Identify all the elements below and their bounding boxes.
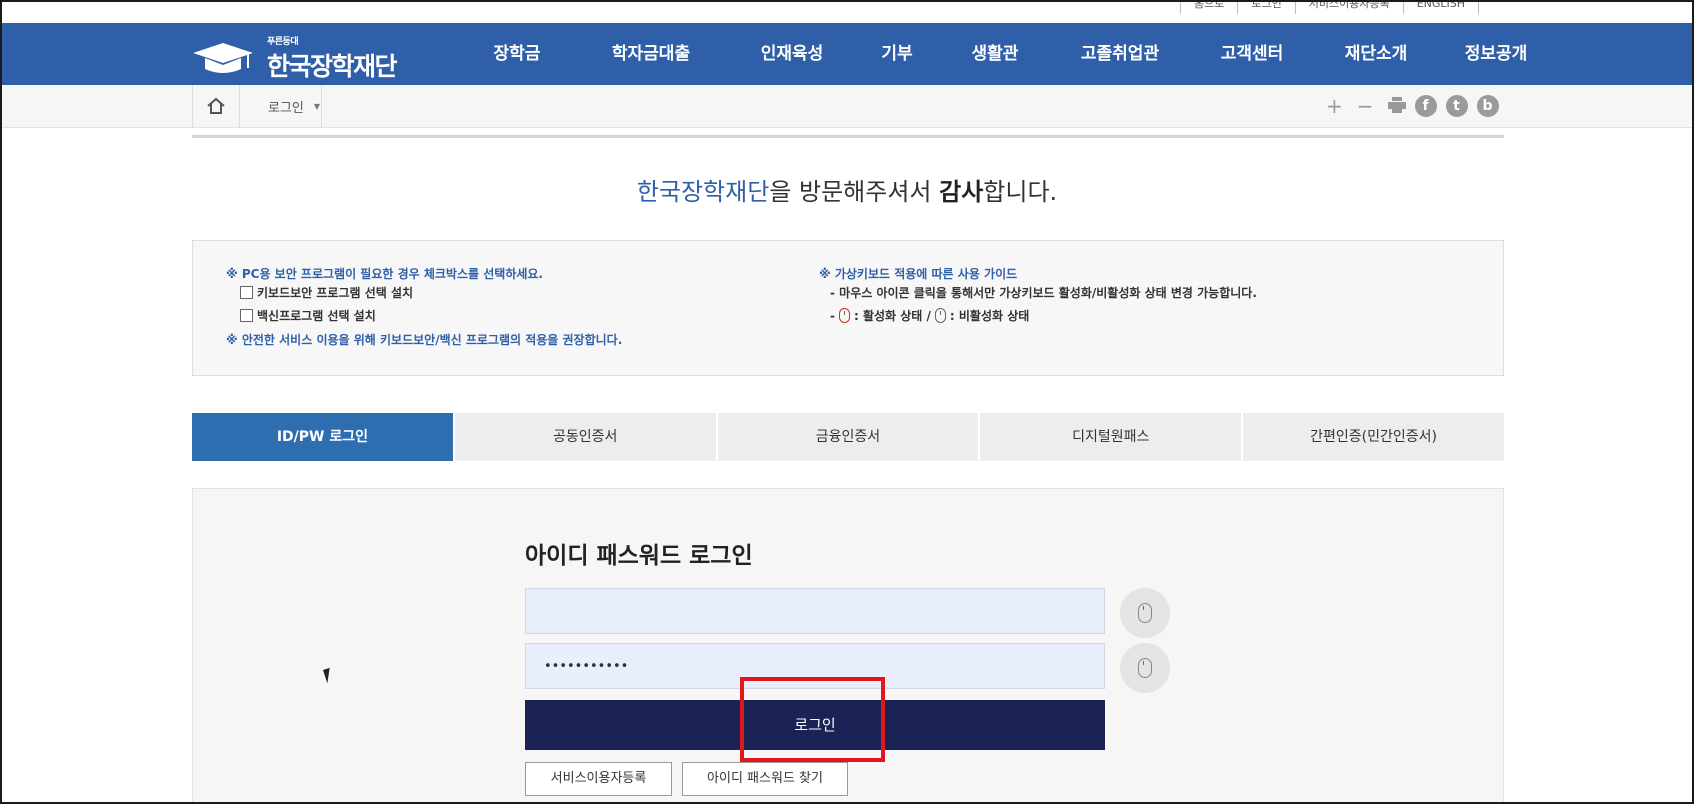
id-virtual-keyboard-button[interactable] (1120, 588, 1170, 638)
print-button[interactable] (1387, 96, 1406, 116)
security-recommend-notice: ※ 안전한 서비스 이용을 위해 키보드보안/백신 프로그램의 적용을 권장합니… (226, 333, 623, 347)
site-logo[interactable]: 푸른등대 한국장학재단 (193, 30, 403, 81)
antivirus-option[interactable]: 백신프로그램 선택 설치 (240, 307, 376, 324)
breadcrumb-bar: 로그인 ▼ + − f t b (2, 85, 1692, 128)
nav-disclosure[interactable]: 정보공개 (1436, 23, 1556, 85)
facebook-share-button[interactable]: f (1414, 95, 1437, 117)
login-title: 아이디 패스워드 로그인 (525, 543, 753, 569)
divider (192, 135, 1504, 138)
breadcrumb-dropdown[interactable]: 로그인 ▼ (240, 85, 322, 127)
logo-title: 한국장학재단 (267, 52, 398, 81)
util-register-link[interactable]: 서비스이용자등록 (1294, 2, 1403, 14)
nav-dormitory[interactable]: 생활관 (938, 23, 1052, 85)
blog-share-button[interactable]: b (1476, 95, 1499, 117)
twitter-share-button[interactable]: t (1445, 95, 1468, 117)
find-id-password-button[interactable]: 아이디 패스워드 찾기 (682, 762, 848, 796)
nav-talent[interactable]: 인재육성 (728, 23, 856, 85)
tab-simple-auth[interactable]: 간편인증(민간인증서) (1243, 413, 1504, 461)
home-icon (207, 97, 225, 114)
keyboard-security-label: 키보드보안 프로그램 선택 설치 (257, 286, 414, 300)
home-button[interactable] (192, 85, 240, 127)
welcome-mid: 을 방문해주셔서 (769, 178, 940, 206)
security-program-notice: ※ PC용 보안 프로그램이 필요한 경우 체크박스를 선택하세요. (226, 267, 543, 281)
nav-customer-center[interactable]: 고객센터 (1188, 23, 1316, 85)
virtual-keyboard-guide-line: - 마우스 아이콘 클릭을 통해서만 가상키보드 활성화/비활성화 상태 변경 … (830, 286, 1257, 300)
nav-scholarship[interactable]: 장학금 (460, 23, 574, 85)
print-icon (1387, 97, 1406, 113)
login-method-tabs: ID/PW 로그인 공동인증서 금융인증서 디지털원패스 간편인증(민간인증서) (192, 413, 1504, 461)
nav-about[interactable]: 재단소개 (1316, 23, 1436, 85)
zoom-in-button[interactable]: + (1326, 96, 1343, 116)
antivirus-label: 백신프로그램 선택 설치 (257, 309, 376, 323)
util-home-link[interactable]: 홈으로 (1180, 2, 1237, 14)
utility-links: 홈으로 로그인 서비스이용자등록 ENGLISH (1180, 2, 1480, 18)
graduation-cap-icon (193, 43, 253, 73)
main-navigation: 장학금 학자금대출 인재육성 기부 생활관 고졸취업관 고객센터 재단소개 정보… (460, 23, 1556, 85)
welcome-message: 한국장학재단을 방문해주셔서 감사합니다. (2, 172, 1692, 207)
active-state-label: : 활성화 상태 / (853, 309, 931, 323)
welcome-bold: 감사 (939, 178, 984, 206)
tab-digital-onepass[interactable]: 디지털원패스 (980, 413, 1242, 461)
user-id-input[interactable] (525, 588, 1105, 634)
virtual-keyboard-state-legend: - : 활성화 상태 / : 비활성화 상태 (830, 308, 1030, 323)
keyboard-security-checkbox[interactable] (240, 286, 253, 299)
tab-id-pw-login[interactable]: ID/PW 로그인 (192, 413, 453, 461)
logo-subtitle: 푸른등대 (267, 37, 299, 47)
caret-down-icon: ▼ (313, 101, 321, 111)
mouse-icon (1138, 658, 1152, 678)
inactive-state-label: : 비활성화 상태 (949, 309, 1030, 323)
tab-financial-certificate[interactable]: 금융인증서 (717, 413, 979, 461)
welcome-end: 합니다. (983, 178, 1058, 206)
tab-joint-certificate[interactable]: 공동인증서 (454, 413, 716, 461)
nav-donation[interactable]: 기부 (856, 23, 938, 85)
security-notice-box: ※ PC용 보안 프로그램이 필요한 경우 체크박스를 선택하세요. 키보드보안… (192, 240, 1504, 376)
highlight-box (740, 677, 885, 762)
mouse-inactive-icon (934, 308, 946, 323)
mouse-active-icon (838, 308, 850, 323)
zoom-out-button[interactable]: − (1357, 96, 1374, 116)
site-header: 푸른등대 한국장학재단 장학금 학자금대출 인재육성 기부 생활관 고졸취업관 … (2, 23, 1692, 85)
keyboard-security-option[interactable]: 키보드보안 프로그램 선택 설치 (240, 284, 413, 301)
antivirus-checkbox[interactable] (240, 309, 253, 322)
page-frame: 홈으로 로그인 서비스이용자등록 ENGLISH 푸른등대 한국장학재단 장학금… (0, 0, 1694, 804)
password-virtual-keyboard-button[interactable] (1120, 643, 1170, 693)
page-tools: + − f t b (1312, 95, 1499, 117)
mouse-icon (1138, 603, 1152, 623)
nav-employment[interactable]: 고졸취업관 (1052, 23, 1188, 85)
welcome-org-name: 한국장학재단 (636, 178, 770, 206)
virtual-keyboard-guide-title: ※ 가상키보드 적용에 따른 사용 가이드 (819, 267, 1018, 281)
util-login-link[interactable]: 로그인 (1237, 2, 1294, 14)
nav-student-loan[interactable]: 학자금대출 (574, 23, 728, 85)
service-register-button[interactable]: 서비스이용자등록 (525, 762, 672, 796)
util-english-link[interactable]: ENGLISH (1402, 2, 1480, 14)
breadcrumb-current: 로그인 (268, 100, 304, 116)
